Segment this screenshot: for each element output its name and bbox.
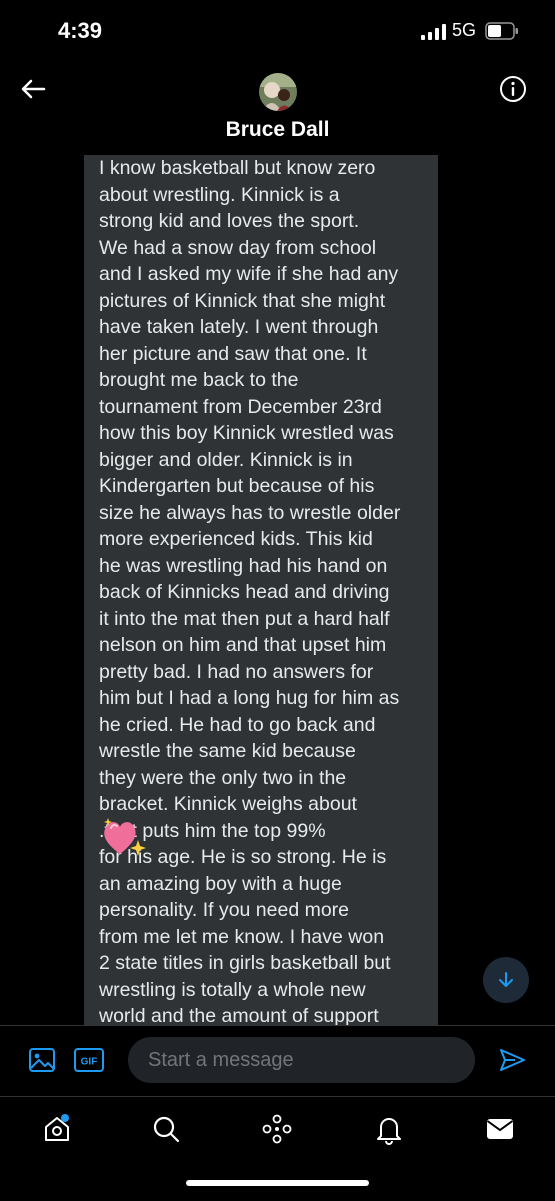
info-icon[interactable] [498,74,528,104]
message-input[interactable]: Start a message [128,1037,475,1083]
gif-label: GIF [81,1057,98,1068]
home-indicator[interactable] [186,1180,369,1186]
search-icon[interactable] [150,1113,182,1145]
sparkling-heart-emoji [104,818,146,856]
gif-icon[interactable]: GIF [74,1046,104,1074]
send-icon[interactable] [498,1046,526,1074]
home-icon[interactable] [41,1113,73,1145]
message-bubble[interactable]: I know basketball but know zero about wr… [84,155,438,1025]
battery-icon [485,22,518,40]
avatar[interactable] [259,73,297,111]
message-composer: GIF Start a message [0,1025,555,1096]
message-input-placeholder: Start a message [148,1048,294,1071]
messages-icon[interactable] [484,1113,516,1145]
message-text: I know basketball but know zero about wr… [99,157,401,1025]
cellular-signal-icon [421,24,446,40]
image-icon[interactable] [28,1046,56,1074]
conversation-name[interactable]: Bruce Dall [0,118,555,142]
back-arrow-icon[interactable] [18,74,48,104]
arrow-down-icon [499,972,513,987]
scroll-to-bottom-button[interactable] [483,957,529,1003]
spaces-icon[interactable] [261,1113,293,1145]
status-time: 4:39 [58,18,103,43]
network-type: 5G [452,20,477,40]
notifications-icon[interactable] [373,1113,405,1145]
